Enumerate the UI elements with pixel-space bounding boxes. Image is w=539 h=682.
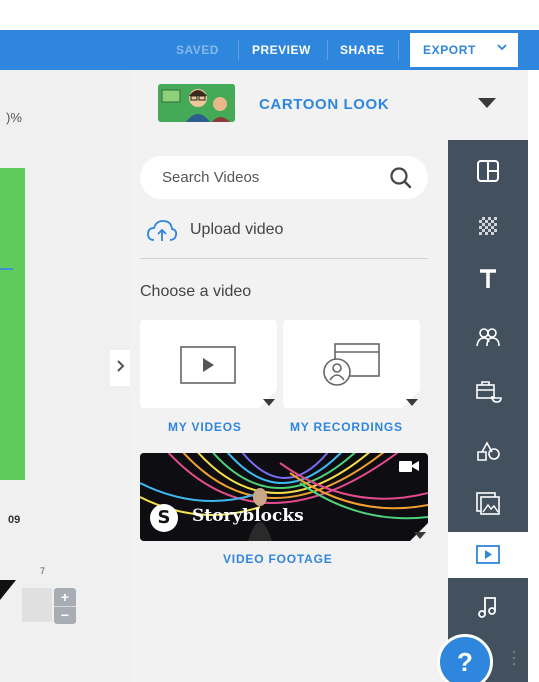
- cloud-upload-icon: [147, 220, 178, 241]
- toolbar-divider: [398, 40, 399, 60]
- storyblocks-logo: S: [150, 504, 178, 532]
- choose-video-heading: Choose a video: [140, 283, 252, 300]
- zoom-in-button[interactable]: +: [54, 588, 76, 606]
- timeline-block[interactable]: [22, 588, 52, 622]
- scene-thumbnail[interactable]: [0, 168, 25, 480]
- footage-thumbnail: [140, 453, 428, 541]
- more-options-icon[interactable]: [512, 650, 516, 666]
- timeline-zoom-stepper: + −: [54, 588, 76, 624]
- layout-icon: [477, 160, 499, 182]
- shapes-icon: [477, 441, 500, 461]
- help-label: ?: [457, 647, 473, 677]
- rail-item-props[interactable]: [448, 368, 528, 414]
- style-name: CARTOON LOOK: [259, 96, 390, 113]
- share-button[interactable]: SHARE: [340, 43, 385, 57]
- caret-down-icon[interactable]: [414, 532, 426, 539]
- zoom-out-button[interactable]: −: [54, 606, 76, 624]
- scene-marker: [0, 268, 13, 270]
- characters-icon: [476, 328, 500, 347]
- chevron-down-icon: [496, 41, 508, 56]
- playhead-marker[interactable]: [0, 580, 16, 600]
- preview-button[interactable]: PREVIEW: [252, 43, 311, 57]
- my-videos-label[interactable]: MY VIDEOS: [168, 420, 242, 434]
- search-icon[interactable]: [388, 165, 414, 191]
- music-icon: [478, 597, 496, 618]
- caret-down-icon[interactable]: [406, 399, 418, 406]
- video-footage-label[interactable]: VIDEO FOOTAGE: [223, 552, 333, 566]
- upload-video-label: Upload video: [190, 221, 284, 238]
- timeline-tick-label: 7: [40, 566, 46, 576]
- export-label: EXPORT: [423, 43, 476, 57]
- camera-icon: [399, 461, 419, 472]
- zoom-percentage: )%: [6, 110, 22, 125]
- rail-item-music[interactable]: [448, 584, 528, 630]
- video-play-icon: [180, 346, 236, 384]
- my-recordings-card[interactable]: [283, 320, 420, 408]
- screen-recording-icon: [323, 343, 380, 386]
- bookmarks-bar: [0, 0, 539, 30]
- help-button[interactable]: ?: [437, 634, 493, 682]
- toolbar-divider: [327, 40, 328, 60]
- rail-item-video[interactable]: [448, 532, 528, 578]
- page-margin: [528, 70, 539, 682]
- chevron-right-icon: [116, 359, 126, 378]
- rail-item-text[interactable]: [448, 256, 528, 302]
- rail-item-images[interactable]: [448, 480, 528, 526]
- rail-item-characters[interactable]: [448, 314, 528, 360]
- caret-down-icon[interactable]: [478, 98, 496, 108]
- divider: [140, 258, 428, 259]
- props-icon: [476, 381, 502, 403]
- background-pattern-icon: [479, 217, 497, 235]
- export-button[interactable]: EXPORT: [410, 33, 518, 67]
- text-icon: [480, 269, 496, 288]
- app-window: SAVED PREVIEW SHARE EXPORT )% 09 7 + − C…: [0, 0, 539, 682]
- toolbar-divider: [238, 40, 239, 60]
- timeline-time-label: 09: [8, 514, 21, 526]
- rail-item-layout[interactable]: [448, 148, 528, 194]
- top-toolbar: SAVED PREVIEW SHARE EXPORT: [0, 30, 539, 70]
- style-thumbnail: [158, 84, 235, 122]
- video-icon: [476, 545, 500, 564]
- my-videos-card[interactable]: [140, 320, 277, 408]
- rail-item-background[interactable]: [448, 204, 528, 250]
- saved-status: SAVED: [176, 43, 219, 57]
- storyblocks-label: Storyblocks: [192, 506, 304, 526]
- rail-item-shapes[interactable]: [448, 428, 528, 474]
- caret-down-icon[interactable]: [263, 399, 275, 406]
- search-placeholder: Search Videos: [162, 169, 260, 186]
- my-recordings-label[interactable]: MY RECORDINGS: [290, 420, 403, 434]
- images-icon: [476, 492, 500, 515]
- video-footage-card[interactable]: [140, 453, 428, 541]
